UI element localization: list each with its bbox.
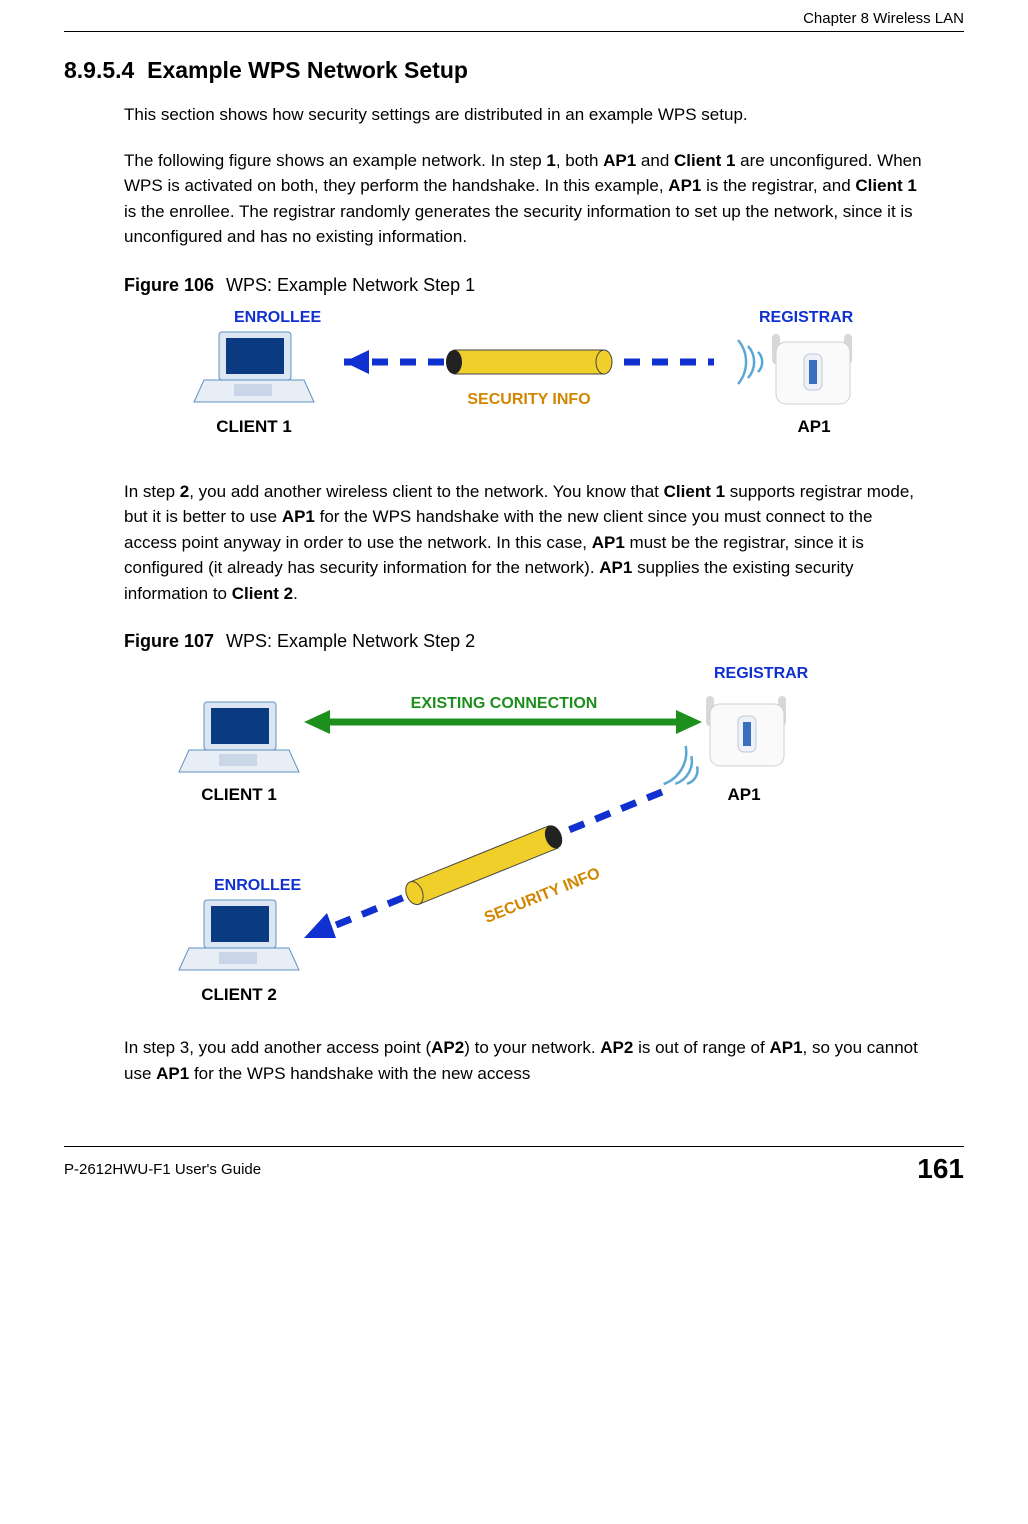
text-bold: Client 1 [664,482,725,501]
text-run: for the WPS handshake with the new acces… [189,1064,530,1083]
paragraph: In step 2, you add another wireless clie… [124,479,924,607]
text-bold: AP1 [769,1038,802,1057]
figure-number: Figure 107 [124,631,214,651]
label-ap1: AP1 [727,785,760,804]
text-run: and [636,151,674,170]
text-run: The following figure shows an example ne… [124,151,546,170]
footer-guide-name: P-2612HWU-F1 User's Guide [64,1161,261,1178]
text-run: ) to your network. [464,1038,600,1057]
page-footer: P-2612HWU-F1 User's Guide 161 [64,1146,964,1185]
text-run: is the enrollee. The registrar randomly … [124,202,913,247]
laptop-icon [179,900,299,970]
text-run: is the registrar, and [701,176,855,195]
label-enrollee: ENROLLEE [234,309,321,326]
arrowhead-icon [344,350,369,374]
arrowhead-left-icon [304,710,330,734]
figure-title: WPS: Example Network Step 2 [226,631,475,651]
paragraph: In step 3, you add another access point … [124,1035,924,1086]
text-bold: 2 [180,482,189,501]
label-enrollee: ENROLLEE [214,877,301,894]
figure-106-diagram: ENROLLEE REGISTRAR CLIENT 1 [144,304,964,459]
label-ap1: AP1 [797,417,830,436]
text-run: is out of range of [633,1038,769,1057]
chapter-header: Chapter 8 Wireless LAN [64,10,964,27]
arrowhead-right-icon [676,710,702,734]
security-tube-icon [446,350,612,374]
figure-caption: Figure 106 WPS: Example Network Step 1 [124,275,964,296]
text-bold: Client 1 [674,151,735,170]
wifi-icon [664,746,707,796]
text-bold: AP1 [603,151,636,170]
label-security-info: SECURITY INFO [467,391,590,408]
text-bold: Client 2 [232,584,293,603]
figure-caption: Figure 107 WPS: Example Network Step 2 [124,631,964,652]
paragraph: This section shows how security settings… [124,102,924,128]
text-run: In step 3, you add another access point … [124,1038,431,1057]
text-bold: AP1 [668,176,701,195]
figure-title: WPS: Example Network Step 1 [226,275,475,295]
arrowhead-icon [304,913,336,938]
label-client2: CLIENT 2 [201,985,277,1004]
text-bold: AP2 [600,1038,633,1057]
text-bold: 1 [546,151,555,170]
text-bold: AP1 [599,558,632,577]
wifi-icon [738,340,762,384]
ap-icon [772,334,852,404]
laptop-icon [194,332,314,402]
laptop-icon [179,702,299,772]
figure-107-diagram: REGISTRAR CLIENT 1 AP1 EXIST [144,660,964,1015]
label-existing-connection: EXISTING CONNECTION [411,695,598,712]
paragraph: The following figure shows an example ne… [124,148,924,250]
section-number: 8.9.5.4 [64,57,134,83]
text-bold: AP1 [592,533,625,552]
text-bold: AP2 [431,1038,464,1057]
text-bold: AP1 [282,507,315,526]
text-run: , you add another wireless client to the… [189,482,663,501]
ap-icon [706,696,786,766]
footer-page-number: 161 [917,1153,964,1185]
label-client1: CLIENT 1 [201,785,277,804]
text-run: , both [556,151,603,170]
label-registrar: REGISTRAR [714,665,809,682]
text-run: In step [124,482,180,501]
text-bold: AP1 [156,1064,189,1083]
section-title: Example WPS Network Setup [147,57,468,83]
label-security-info: SECURITY INFO [482,865,603,927]
top-rule [64,31,964,32]
text-run: . [293,584,298,603]
text-bold: Client 1 [855,176,916,195]
figure-number: Figure 106 [124,275,214,295]
section-heading: 8.9.5.4 Example WPS Network Setup [64,57,964,84]
label-client1: CLIENT 1 [216,417,292,436]
label-registrar: REGISTRAR [759,309,854,326]
